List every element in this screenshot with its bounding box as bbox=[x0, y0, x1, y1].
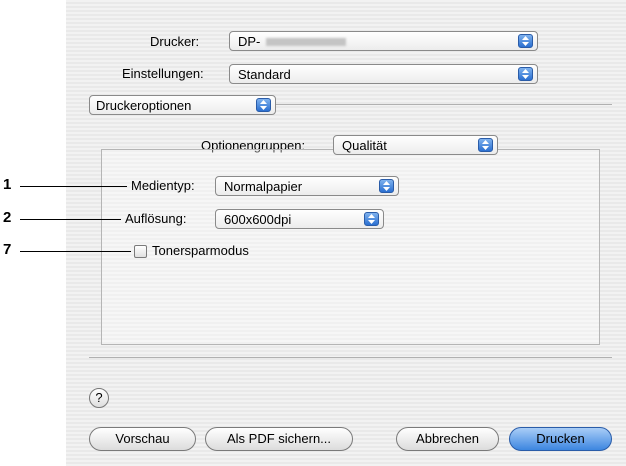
printer-value: DP- bbox=[238, 34, 261, 49]
media-type-popup[interactable]: Normalpapier bbox=[215, 176, 399, 196]
save-as-pdf-button[interactable]: Als PDF sichern... bbox=[205, 427, 353, 451]
help-icon[interactable]: ? bbox=[89, 388, 109, 408]
toner-save-checkbox[interactable] bbox=[134, 245, 147, 258]
callout-2: 2 bbox=[3, 209, 12, 226]
resolution-label: Auflösung: bbox=[125, 211, 187, 226]
callout-line-1 bbox=[20, 186, 127, 187]
panel-divider bbox=[276, 104, 612, 105]
settings-label: Einstellungen: bbox=[122, 66, 204, 81]
settings-popup[interactable]: Standard bbox=[229, 64, 538, 84]
stepper-arrows-icon bbox=[518, 67, 533, 81]
stepper-arrows-icon bbox=[379, 179, 394, 193]
redacted-printer-name bbox=[266, 38, 346, 46]
resolution-value: 600x600dpi bbox=[224, 212, 292, 227]
stepper-arrows-icon bbox=[518, 34, 533, 48]
cancel-button[interactable]: Abbrechen bbox=[396, 427, 499, 451]
stepper-arrows-icon bbox=[478, 138, 493, 152]
panel-select-value: Druckeroptionen bbox=[96, 98, 192, 113]
option-groups-value: Qualität bbox=[342, 138, 387, 153]
printer-label: Drucker: bbox=[150, 34, 200, 49]
media-type-value: Normalpapier bbox=[224, 179, 303, 194]
media-type-label: Medientyp: bbox=[131, 178, 195, 193]
printer-popup[interactable]: DP- bbox=[229, 31, 538, 51]
callout-line-7 bbox=[20, 251, 131, 252]
callout-line-2 bbox=[20, 219, 121, 220]
callout-1: 1 bbox=[3, 176, 12, 193]
panel-select-popup[interactable]: Druckeroptionen bbox=[89, 95, 276, 115]
option-groups-popup[interactable]: Qualität bbox=[333, 135, 498, 155]
stepper-arrows-icon bbox=[364, 212, 379, 226]
print-button[interactable]: Drucken bbox=[509, 427, 612, 451]
resolution-popup[interactable]: 600x600dpi bbox=[215, 209, 384, 229]
preview-button[interactable]: Vorschau bbox=[89, 427, 196, 451]
bottom-divider bbox=[89, 357, 612, 358]
toner-save-label: Tonersparmodus bbox=[152, 243, 249, 258]
settings-value: Standard bbox=[238, 67, 291, 82]
callout-7: 7 bbox=[3, 241, 12, 258]
stepper-arrows-icon bbox=[256, 98, 271, 112]
